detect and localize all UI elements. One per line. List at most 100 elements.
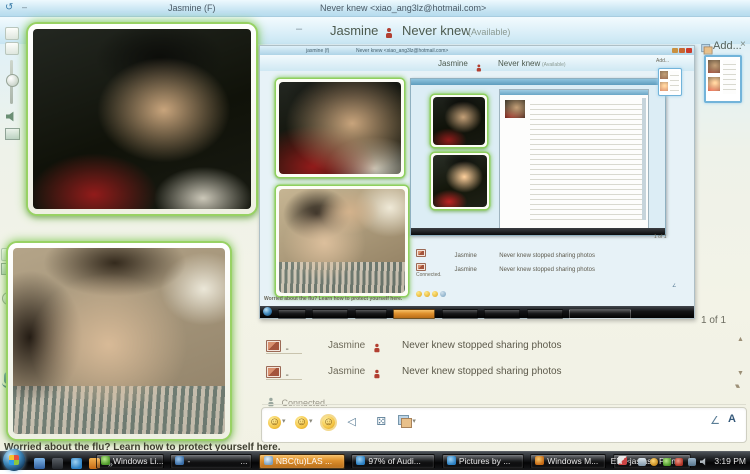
webcam-options-button[interactable] xyxy=(5,27,19,40)
speaker-icon[interactable] xyxy=(6,111,14,122)
wink-emoticon-button[interactable]: ☺ xyxy=(294,416,308,429)
embedded-system-tray xyxy=(569,309,632,319)
taskbar-button-conversation[interactable]: -... xyxy=(170,454,253,469)
taskbar-button-media-player[interactable]: Windows M... xyxy=(530,454,607,469)
message-scrollbar[interactable]: ▲ ▼ ▾▴ xyxy=(735,336,747,396)
embedded-taskbar-button xyxy=(278,309,306,319)
embedded-message-row: Jasmine Never knew stopped sharing photo… xyxy=(416,258,595,276)
font-button[interactable]: A xyxy=(728,413,736,425)
nested-taskbar xyxy=(411,228,665,235)
volume-slider[interactable] xyxy=(6,60,19,104)
nested-dialog-titlebar xyxy=(500,90,648,95)
taskbar-button-download[interactable]: 97% of Audi... xyxy=(351,454,436,469)
message-photo-link[interactable]: - xyxy=(266,339,302,355)
input-toolbar: ☺ ▾ ☺ ▾ ☺ ◁ ⚄ ▾ xyxy=(268,412,740,429)
buddy-status-icon xyxy=(385,27,392,38)
shared-photo-screenshot[interactable]: jasmine (f) Never knew <xiao_ang3lz@hotm… xyxy=(259,45,695,319)
tray-volume-icon[interactable] xyxy=(699,458,706,466)
voice-clip-button[interactable]: ◁ xyxy=(347,416,355,428)
embedded-self-name: Jasmine xyxy=(438,59,468,68)
page-indicator: 1 of 1 xyxy=(701,315,727,326)
tray-messenger-icon[interactable] xyxy=(662,457,671,466)
photos-dropdown-icon[interactable]: ▾ xyxy=(412,418,416,425)
activities-button[interactable]: ⚄ xyxy=(376,416,386,428)
my-webcam-video[interactable] xyxy=(13,248,225,434)
embedded-webcam-top xyxy=(279,82,401,174)
taskbar-button-pictures[interactable]: Pictures by ... xyxy=(441,454,524,469)
add-photo-button[interactable]: Add... xyxy=(713,40,742,52)
scroll-up-icon[interactable]: ▲ xyxy=(737,336,744,343)
webcam-size-button[interactable] xyxy=(5,42,19,55)
show-desktop-icon[interactable] xyxy=(34,458,45,470)
message-photo-link[interactable]: - xyxy=(266,365,302,381)
embedded-taskbar-button xyxy=(312,309,349,319)
message-dash: - xyxy=(285,344,289,355)
system-tray: EN < 3:19 PM xyxy=(611,456,746,466)
embedded-buddy-icon xyxy=(476,64,481,72)
input-separator xyxy=(262,404,746,405)
share-photos-button[interactable] xyxy=(398,415,413,429)
smiley-emoticon-button[interactable]: ☺ xyxy=(268,416,281,429)
picture-in-picture-icon[interactable] xyxy=(5,128,20,140)
self-display-name: Jasmine xyxy=(330,23,379,38)
collapse-dash-icon[interactable]: – xyxy=(296,23,302,35)
embedded-webcam-frame-top xyxy=(276,79,404,177)
message-text: Never knew stopped sharing photos xyxy=(402,366,562,377)
close-photo-strip-button[interactable]: × xyxy=(740,39,746,50)
internet-explorer-icon xyxy=(446,456,456,465)
tray-network-icon[interactable] xyxy=(687,457,696,466)
embedded-taskbar-button xyxy=(526,309,563,319)
start-button[interactable] xyxy=(3,449,25,471)
embedded-thumbnail xyxy=(658,68,682,96)
tray-collapse-icon[interactable]: < xyxy=(627,456,632,466)
nudge-button[interactable]: ☺ xyxy=(321,416,335,429)
nested-window xyxy=(410,78,666,236)
wink-dropdown-icon[interactable]: ▾ xyxy=(309,418,313,425)
messenger-icon xyxy=(101,456,110,465)
message-sender: Jasmine xyxy=(328,366,366,377)
embedded-webcam-frame-bottom xyxy=(276,186,408,296)
taskbar-button-windows-live[interactable]: Windows Li... xyxy=(96,454,164,469)
photo-thumbnail-selected[interactable] xyxy=(704,55,742,103)
contact-webcam-video[interactable] xyxy=(33,29,251,209)
nested-dialog-text-lines xyxy=(530,100,642,220)
back-icon[interactable]: ↺ xyxy=(5,2,13,13)
tray-alert-icon[interactable] xyxy=(675,457,684,466)
nested-photo-bottom xyxy=(433,155,487,207)
menu-dash-icon[interactable]: – xyxy=(22,2,27,12)
nested-photo-frame-bottom xyxy=(431,153,489,209)
embedded-taskbar-button xyxy=(484,309,521,319)
taskbar-buttons: Windows Li... -... NBC(tu)LAS ... 97% of… xyxy=(96,452,693,474)
messenger-conversation-window: ↺ – Jasmine (F) Never knew <xiao_ang3lz@… xyxy=(0,0,750,471)
handwriting-pen-icon[interactable]: ∠ xyxy=(710,414,720,427)
clock[interactable]: 3:19 PM xyxy=(714,456,746,466)
contact-webcam-frame xyxy=(28,24,256,214)
language-indicator[interactable]: EN xyxy=(611,456,623,466)
nested-photo-frame-top xyxy=(431,95,487,147)
titlebar-self-name: Jasmine (F) xyxy=(168,3,216,13)
tray-update-icon[interactable] xyxy=(638,457,647,466)
embedded-header: Jasmine Never knew (Available) xyxy=(260,55,694,72)
embedded-title-right: Never knew <xiao_ang3lz@hotmail.com> xyxy=(356,48,449,54)
nested-dialog xyxy=(499,89,649,229)
conversation-icon xyxy=(263,456,273,465)
contact-status: (Available) xyxy=(468,27,511,37)
conversation-icon xyxy=(175,456,185,465)
resize-grip-icon[interactable]: ▾▴ xyxy=(735,382,740,390)
message-input-box[interactable]: ☺ ▾ ☺ ▾ ☺ ◁ ⚄ ▾ ∠ A xyxy=(261,407,747,443)
smiley-dropdown-icon[interactable]: ▾ xyxy=(282,418,286,425)
taskbar-button-nbc-flashing[interactable]: NBC(tu)LAS ... xyxy=(258,454,345,469)
internet-explorer-icon[interactable] xyxy=(70,458,82,470)
embedded-message-text: Never knew stopped sharing photos xyxy=(499,267,595,273)
scroll-down-icon[interactable]: ▼ xyxy=(737,370,744,377)
switch-windows-icon[interactable] xyxy=(52,458,64,470)
taskbar: » Windows Li... -... NBC(tu)LAS ... 97% … xyxy=(0,449,750,471)
webcam-controls-top xyxy=(5,27,23,167)
embedded-add-button: Add... xyxy=(656,58,670,64)
embedded-message-sender: Jasmine xyxy=(454,267,477,273)
embedded-contact-status: (Available) xyxy=(542,62,566,68)
embedded-minimize-button xyxy=(672,48,678,55)
tray-security-icon[interactable] xyxy=(650,457,659,466)
volume-slider-thumb[interactable] xyxy=(6,74,19,87)
embedded-titlebar: jasmine (f) Never knew <xiao_ang3lz@hotm… xyxy=(260,46,694,55)
